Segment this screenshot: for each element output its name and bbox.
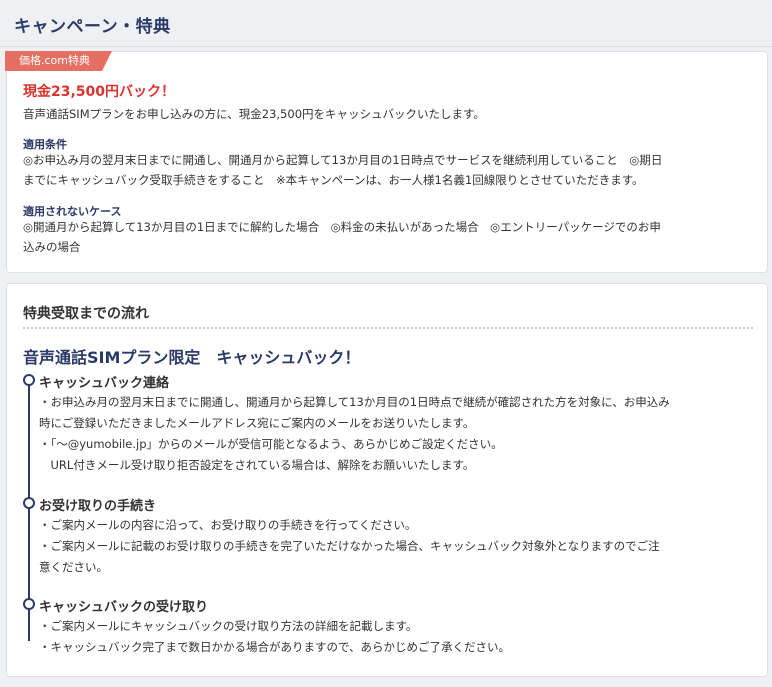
step-heading: お受け取りの手続き [39, 499, 157, 514]
step-line: 時にご登録いただきましたメールアドレス宛にご案内のメールをお送りいたします。 [39, 416, 475, 430]
step-heading: キャッシュバックの受け取り [39, 600, 209, 615]
step-body: ・ご案内メールにキャッシュバックの受け取り方法の詳細を記載します。 ・キャッシュ… [39, 616, 757, 658]
campaign-card: 価格.com特典 現金23,500円バック！ 音声通話SIMプランをお申し込みの… [6, 51, 768, 273]
step-line: 意ください。 [39, 560, 108, 574]
exclusions-text: ◎開通月から起算して13か月目の1日までに解約した場合 ◎料金の未払いがあった場… [23, 217, 753, 257]
kakaku-tag-badge: 価格.com特典 [5, 51, 112, 71]
step-line: ・ご案内メールの内容に沿って、お受け取りの手続きを行ってください。 [39, 518, 417, 532]
campaign-title: 現金23,500円バック！ [23, 84, 176, 100]
step-heading: キャッシュバック連絡 [39, 376, 170, 391]
step-body: ・お申込み月の翌月末日までに開通し、開通月から起算して13か月目の1日時点で継続… [39, 392, 757, 476]
timeline-dot-icon [23, 374, 35, 386]
page-title: キャンペーン・特典 [14, 17, 171, 37]
step-line: ・ご案内メールにキャッシュバックの受け取り方法の詳細を記載します。 [39, 619, 418, 633]
step-line: ・ご案内メールに記載のお受け取りの手続きを完了いただけなかった場合、キャッシュバ… [39, 539, 660, 553]
step-line: URL付きメール受け取り拒否設定をされている場合は、解除をお願いいたします。 [39, 458, 475, 472]
page: キャンペーン・特典 価格.com特典 現金23,500円バック！ 音声通話SIM… [0, 0, 772, 687]
exclusions-line: ◎開通月から起算して13か月目の1日までに解約した場合 ◎料金の未払いがあった場… [23, 220, 661, 234]
step-body: ・ご案内メールの内容に沿って、お受け取りの手続きを行ってください。 ・ご案内メー… [39, 515, 757, 578]
campaign-description: 音声通話SIMプランをお申し込みの方に、現金23,500円をキャッシュバックいた… [23, 107, 485, 121]
step-line: ・「〜@yumobile.jp」からのメールが受信可能となるよう、あらかじめご設… [39, 437, 503, 451]
conditions-text: ◎お申込み月の翌月末日までに開通し、開通月から起算して13か月目の1日時点でサー… [23, 150, 753, 190]
conditions-line: までにキャッシュバック受取手続きをすること ※本キャンペーンは、お一人様1名義1… [23, 173, 644, 187]
section-header: キャンペーン・特典 [0, 0, 772, 47]
exclusions-line: 込みの場合 [23, 240, 81, 254]
step-line: ・お申込み月の翌月末日までに開通し、開通月から起算して13か月目の1日時点で継続… [39, 395, 670, 409]
step-line: ・キャッシュバック完了まで数日かかる場合がありますので、あらかじめご了承ください… [39, 640, 511, 654]
plan-title: 音声通話SIMプラン限定 キャッシュバック！ [23, 348, 361, 367]
timeline-dot-icon [23, 497, 35, 509]
conditions-line: ◎お申込み月の翌月末日までに開通し、開通月から起算して13か月目の1日時点でサー… [23, 153, 663, 167]
dotted-divider [23, 327, 753, 329]
timeline-dot-icon [23, 598, 35, 610]
flow-title: 特典受取までの流れ [23, 306, 149, 322]
flow-card: 特典受取までの流れ 音声通話SIMプラン限定 キャッシュバック！ キャッシュバッ… [6, 283, 768, 677]
